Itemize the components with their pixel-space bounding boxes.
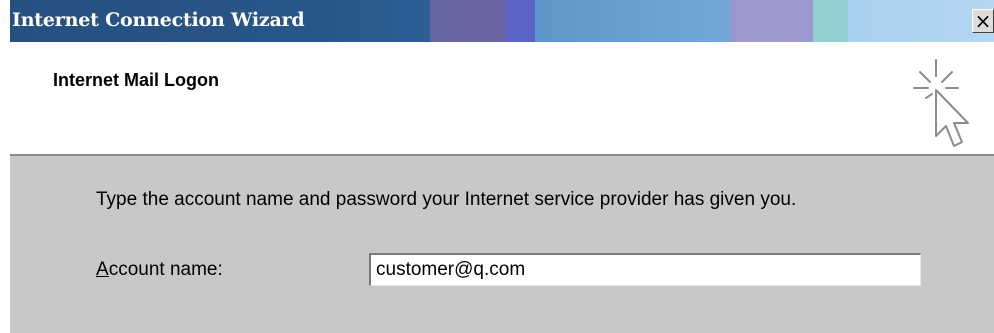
account-name-mnemonic: A (96, 259, 109, 280)
close-icon: × (974, 9, 992, 33)
wizard-content: Type the account name and password your … (10, 156, 994, 333)
account-name-label-rest: ccount name: (108, 259, 223, 280)
title-bar[interactable]: Internet Connection Wizard × (10, 0, 994, 42)
window-edge (0, 0, 10, 333)
instructions-text: Type the account name and password your … (96, 189, 797, 210)
window-title: Internet Connection Wizard (12, 9, 305, 31)
account-name-input[interactable] (369, 253, 921, 286)
wizard-header: Internet Mail Logon (10, 42, 994, 154)
close-button[interactable]: × (972, 9, 994, 33)
wizard-cursor-icon (913, 59, 969, 147)
account-name-label: Account name: (96, 259, 223, 281)
page-title: Internet Mail Logon (53, 70, 219, 90)
